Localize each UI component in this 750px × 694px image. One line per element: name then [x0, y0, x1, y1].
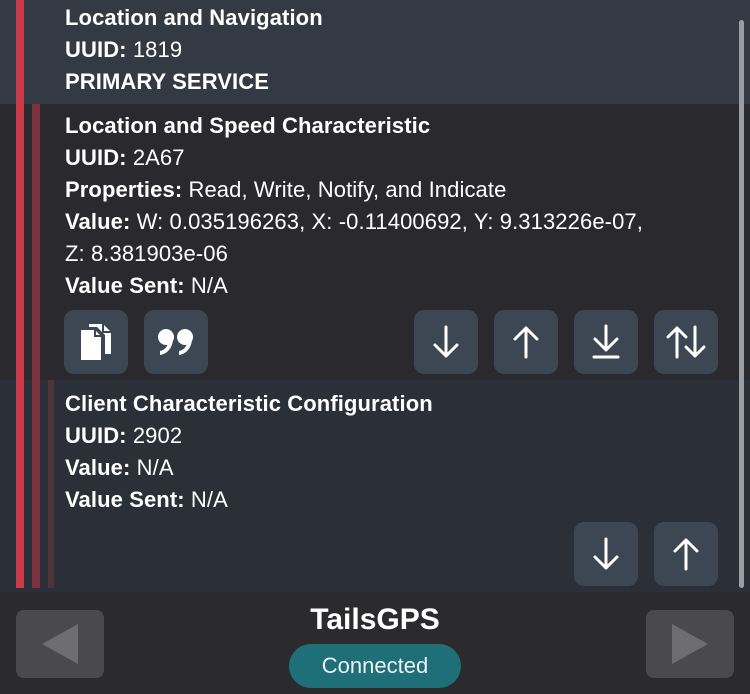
characteristic-value-sent: Value Sent: N/A — [65, 273, 228, 298]
indicate-button[interactable] — [654, 310, 718, 374]
copy-button[interactable] — [64, 310, 128, 374]
descriptor-level-bar — [48, 380, 54, 518]
characteristic-level-bar — [32, 380, 40, 518]
scrollbar[interactable] — [739, 20, 744, 588]
quote-button[interactable] — [144, 310, 208, 374]
service-uuid: UUID: 1819 — [65, 37, 183, 62]
arrow-up-icon — [673, 538, 699, 571]
descriptor-uuid: UUID: 2902 — [65, 423, 183, 448]
characteristic-value-cont: Z: 8.381903e-06 — [65, 241, 228, 266]
download-icon — [592, 324, 620, 359]
arrow-down-icon — [433, 325, 459, 358]
descriptor-value: Value: N/A — [65, 455, 174, 480]
service-name: Location and Navigation — [65, 5, 323, 30]
characteristic-row[interactable]: Location and Speed Characteristic UUID: … — [0, 104, 750, 308]
footer: TailsGPS Connected — [0, 592, 750, 694]
read-button[interactable] — [414, 310, 478, 374]
characteristic-uuid: UUID: 2A67 — [65, 145, 185, 170]
device-name: TailsGPS — [310, 603, 440, 636]
service-level-bar — [16, 518, 24, 588]
descriptor-name: Client Characteristic Configuration — [65, 391, 433, 416]
characteristic-properties: Properties: Read, Write, Notify, and Ind… — [65, 177, 507, 202]
descriptor-row[interactable]: Client Characteristic Configuration UUID… — [0, 380, 750, 518]
service-row[interactable]: Location and Navigation UUID: 1819 PRIMA… — [0, 0, 750, 104]
characteristic-actions — [0, 308, 750, 380]
write-button[interactable] — [494, 310, 558, 374]
triangle-right-icon — [672, 624, 708, 664]
quote-icon — [158, 329, 193, 355]
service-level-bar — [16, 308, 24, 380]
next-device-button[interactable] — [646, 610, 734, 678]
notify-button[interactable] — [574, 310, 638, 374]
service-level-bar — [16, 104, 24, 308]
descriptor-actions — [0, 518, 750, 588]
service-level-bar — [16, 380, 24, 518]
arrow-up-icon — [513, 326, 539, 359]
service-type: PRIMARY SERVICE — [65, 69, 270, 94]
arrow-down-icon — [593, 537, 619, 570]
characteristic-level-bar — [32, 104, 40, 308]
descriptor-read-button[interactable] — [574, 522, 638, 586]
service-level-bar — [16, 0, 24, 104]
characteristic-level-bar — [32, 308, 40, 380]
arrows-up-down-icon — [666, 325, 706, 359]
characteristic-name: Location and Speed Characteristic — [65, 113, 431, 138]
connection-status-badge[interactable]: Connected — [289, 644, 461, 688]
characteristic-value: Value: W: 0.035196263, X: -0.11400692, Y… — [65, 209, 643, 234]
descriptor-write-button[interactable] — [654, 522, 718, 586]
copy-icon — [81, 324, 111, 360]
characteristic-level-bar — [32, 518, 40, 588]
descriptor-level-bar — [48, 518, 54, 588]
descriptor-value-sent: Value Sent: N/A — [65, 487, 228, 512]
